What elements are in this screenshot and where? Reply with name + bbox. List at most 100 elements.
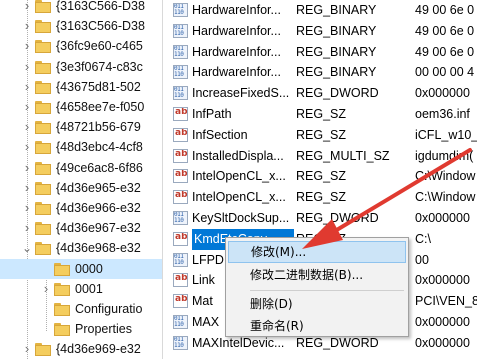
- tree-item[interactable]: Properties: [0, 319, 162, 339]
- value-name: HardwareInfor...: [192, 23, 281, 38]
- value-name: IntelOpenCL_x...: [192, 169, 286, 184]
- menu-item-modify[interactable]: 修改(M)...: [228, 241, 406, 263]
- value-name: HardwareInfor...: [192, 3, 281, 17]
- registry-value-row[interactable]: ab IntelOpenCL_x... REG_SZ C:\Window: [163, 187, 477, 208]
- tree-item[interactable]: › {4d36e965-e32: [0, 178, 162, 198]
- chevron-right-icon[interactable]: ›: [22, 178, 32, 198]
- value-data: 0x000000: [415, 335, 470, 350]
- registry-key-tree[interactable]: › {3163C566-D38 › {3163C566-D38 › {36fc9e60-c…: [0, 0, 163, 359]
- menu-item-delete[interactable]: 删除(D): [228, 293, 406, 315]
- tree-item[interactable]: › {4d36e967-e32: [0, 218, 162, 238]
- chevron-right-icon[interactable]: ›: [22, 137, 32, 157]
- tree-item[interactable]: › {3163C566-D38: [0, 16, 162, 36]
- tree-item-label: {49ce6ac8-6f86: [56, 160, 143, 175]
- registry-value-row[interactable]: 011 110 HardwareInfor... REG_BINARY 49 00 6e…: [163, 21, 477, 42]
- string-value-icon: ab: [173, 127, 188, 142]
- chevron-right-icon[interactable]: ›: [22, 57, 32, 77]
- tree-item[interactable]: › {49ce6ac8-6f86: [0, 158, 162, 178]
- tree-item-label: {43675d81-502: [56, 79, 141, 94]
- tree-item-label: {3163C566-D38: [56, 19, 145, 34]
- value-data: igdumdim(: [415, 148, 474, 163]
- chevron-down-icon[interactable]: ⌄: [22, 238, 32, 258]
- value-data: oem36.inf: [415, 107, 470, 121]
- folder-icon: [35, 202, 51, 215]
- value-data: 00: [415, 252, 429, 267]
- registry-value-row[interactable]: 011 110 HardwareInfor... REG_BINARY 49 00 6e…: [163, 0, 477, 21]
- tree-item[interactable]: › {4d36e969-e32: [0, 339, 162, 359]
- tree-item-label: {4d36e966-e32: [56, 201, 141, 215]
- binary-value-icon: 011 110: [173, 315, 188, 329]
- tree-item[interactable]: Configuratio: [0, 299, 162, 319]
- folder-icon: [54, 323, 70, 337]
- registry-value-row[interactable]: 011 110 KeySltDockSup... REG_DWORD 0x000000: [163, 208, 477, 229]
- chevron-right-icon[interactable]: ›: [22, 198, 32, 218]
- chevron-right-icon[interactable]: ›: [22, 158, 32, 178]
- binary-value-icon: 011 110: [173, 3, 188, 17]
- folder-icon: [35, 141, 51, 155]
- tree-item[interactable]: 0000: [0, 258, 162, 279]
- value-type: REG_BINARY: [296, 23, 377, 38]
- folder-icon: [35, 242, 51, 256]
- tree-item-label: {4d36e965-e32: [56, 180, 141, 195]
- folder-icon: [35, 343, 51, 357]
- string-value-icon: ab: [173, 148, 188, 163]
- binary-value-icon: 011 110: [173, 86, 188, 101]
- tree-item-label: Configuratio: [75, 302, 143, 316]
- registry-value-row[interactable]: 011 110 HardwareInfor... REG_BINARY 00 00 00…: [163, 62, 477, 83]
- menu-separator: [250, 290, 404, 291]
- value-data: iCFL_w10_D: [415, 127, 477, 142]
- registry-value-row[interactable]: ab InstalledDispla... REG_MULTI_SZ igdumdim…: [163, 146, 477, 167]
- tree-item[interactable]: › {4658ee7e-f050: [0, 97, 162, 117]
- value-name: IntelOpenCL_x...: [192, 190, 286, 205]
- tree-item[interactable]: › {48721b56-679: [0, 117, 162, 137]
- value-data: 0x000000: [415, 86, 470, 101]
- registry-value-row[interactable]: ab IntelOpenCL_x... REG_SZ C:\Window: [163, 166, 477, 187]
- chevron-right-icon[interactable]: ›: [41, 279, 51, 299]
- menu-item-modify-binary[interactable]: 修改二进制数据(B)...: [228, 264, 406, 286]
- tree-item[interactable]: › 0001: [0, 279, 162, 299]
- value-data: 0x000000: [415, 211, 470, 225]
- tree-item-label: Properties: [75, 322, 132, 337]
- registry-value-row[interactable]: 011 110 HardwareInfor... REG_BINARY 49 00 6e…: [163, 42, 477, 63]
- registry-value-row[interactable]: ab InfPath REG_SZ oem36.inf: [163, 104, 477, 125]
- chevron-right-icon[interactable]: ›: [22, 0, 32, 16]
- chevron-right-icon[interactable]: ›: [22, 339, 32, 359]
- tree-item-label: {48d3ebc4-4cf8: [56, 140, 143, 155]
- registry-value-row[interactable]: ab InfSection REG_SZ iCFL_w10_D: [163, 125, 477, 146]
- value-data: C:\Window: [415, 169, 476, 184]
- chevron-right-icon[interactable]: ›: [22, 218, 32, 238]
- tree-item[interactable]: › {48d3ebc4-4cf8: [0, 137, 162, 157]
- value-data: C:\: [415, 231, 431, 246]
- chevron-right-icon[interactable]: ›: [22, 77, 32, 97]
- chevron-right-icon[interactable]: ›: [22, 36, 32, 56]
- binary-value-icon: 011 110: [173, 211, 188, 225]
- value-name: KeySltDockSup...: [192, 211, 290, 225]
- chevron-right-icon[interactable]: ›: [22, 117, 32, 137]
- binary-value-icon: 011 110: [173, 335, 188, 350]
- value-type: REG_SZ: [296, 190, 347, 205]
- value-type: REG_BINARY: [296, 3, 377, 17]
- chevron-right-icon[interactable]: ›: [22, 97, 32, 117]
- menu-item-rename[interactable]: 重命名(R): [228, 315, 406, 337]
- tree-item[interactable]: ⌄ {4d36e968-e32: [0, 238, 162, 258]
- registry-value-row[interactable]: 011 110 IncreaseFixedS... REG_DWORD 0x000000: [163, 83, 477, 104]
- tree-item-label: 0001: [75, 281, 103, 296]
- value-type: REG_MULTI_SZ: [296, 148, 390, 163]
- folder-icon: [54, 303, 70, 316]
- value-data: 00 00 00 4: [415, 65, 475, 80]
- value-data: PCI\VEN_8: [415, 294, 477, 309]
- folder-icon: [54, 282, 70, 296]
- tree-item[interactable]: › {3163C566-D38: [0, 0, 162, 16]
- value-type: REG_SZ: [296, 127, 347, 142]
- tree-item-label: {3163C566-D38: [56, 0, 145, 13]
- tree-item[interactable]: › {3e3f0674-c83c: [0, 57, 162, 77]
- value-type: REG_BINARY: [296, 44, 377, 59]
- tree-item[interactable]: › {4d36e966-e32: [0, 198, 162, 218]
- tree-item[interactable]: › {43675d81-502: [0, 77, 162, 97]
- tree-item-label: {4658ee7e-f050: [56, 100, 145, 114]
- tree-item[interactable]: › {36fc9e60-c465: [0, 36, 162, 56]
- value-type: REG_DWORD: [296, 211, 379, 225]
- string-value-icon: ab: [173, 190, 188, 205]
- chevron-right-icon[interactable]: ›: [22, 16, 32, 36]
- tree-item-label: {48721b56-679: [56, 120, 141, 135]
